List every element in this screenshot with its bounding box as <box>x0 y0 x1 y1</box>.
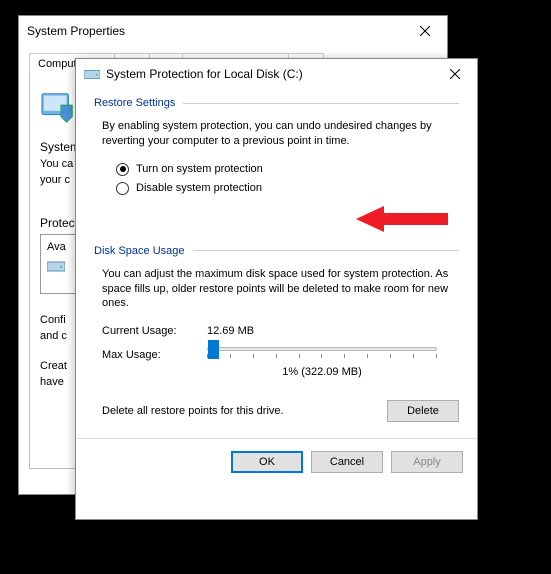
radio-label: Disable system protection <box>136 182 262 194</box>
drive-icon <box>84 67 100 81</box>
group-label: Restore Settings <box>94 97 175 109</box>
system-protection-dialog: System Protection for Local Disk (C:) Re… <box>75 58 478 520</box>
radio-disable[interactable]: Disable system protection <box>116 182 459 195</box>
dialog-buttons: OK Cancel Apply <box>76 438 477 485</box>
delete-description: Delete all restore points for this drive… <box>102 405 387 417</box>
titlebar: System Protection for Local Disk (C:) <box>76 59 477 89</box>
close-icon <box>420 26 430 36</box>
radio-label: Turn on system protection <box>136 163 263 175</box>
slider-caption: 1% (322.09 MB) <box>207 366 437 378</box>
restore-description: By enabling system protection, you can u… <box>102 119 459 149</box>
radio-turn-on[interactable]: Turn on system protection <box>116 163 459 176</box>
close-icon <box>450 69 460 79</box>
ok-button[interactable]: OK <box>231 451 303 473</box>
max-usage-slider[interactable] <box>207 347 437 351</box>
current-usage-label: Current Usage: <box>102 325 207 337</box>
group-label: Disk Space Usage <box>94 245 185 257</box>
max-usage-label: Max Usage: <box>102 345 207 378</box>
current-usage-row: Current Usage: 12.69 MB <box>102 325 459 337</box>
max-usage-row: Max Usage: 1% (322.09 MB) <box>102 345 459 378</box>
dialog-title: System Protection for Local Disk (C:) <box>106 67 433 81</box>
drive-icon <box>47 259 65 273</box>
close-button[interactable] <box>433 59 477 89</box>
current-usage-value: 12.69 MB <box>207 325 254 337</box>
slider-thumb[interactable] <box>208 340 219 359</box>
window-title: System Properties <box>27 24 403 38</box>
slider-ticks <box>207 354 437 360</box>
close-button[interactable] <box>403 16 447 46</box>
shield-icon <box>40 88 78 126</box>
apply-button[interactable]: Apply <box>391 451 463 473</box>
titlebar: System Properties <box>19 16 447 46</box>
cancel-button[interactable]: Cancel <box>311 451 383 473</box>
annotation-arrow-icon <box>356 204 456 234</box>
delete-button[interactable]: Delete <box>387 400 459 422</box>
group-disk-space: Disk Space Usage <box>94 245 459 257</box>
group-restore-settings: Restore Settings <box>94 97 459 109</box>
radio-icon <box>116 163 129 176</box>
disk-description: You can adjust the maximum disk space us… <box>102 267 459 312</box>
radio-icon <box>116 182 129 195</box>
